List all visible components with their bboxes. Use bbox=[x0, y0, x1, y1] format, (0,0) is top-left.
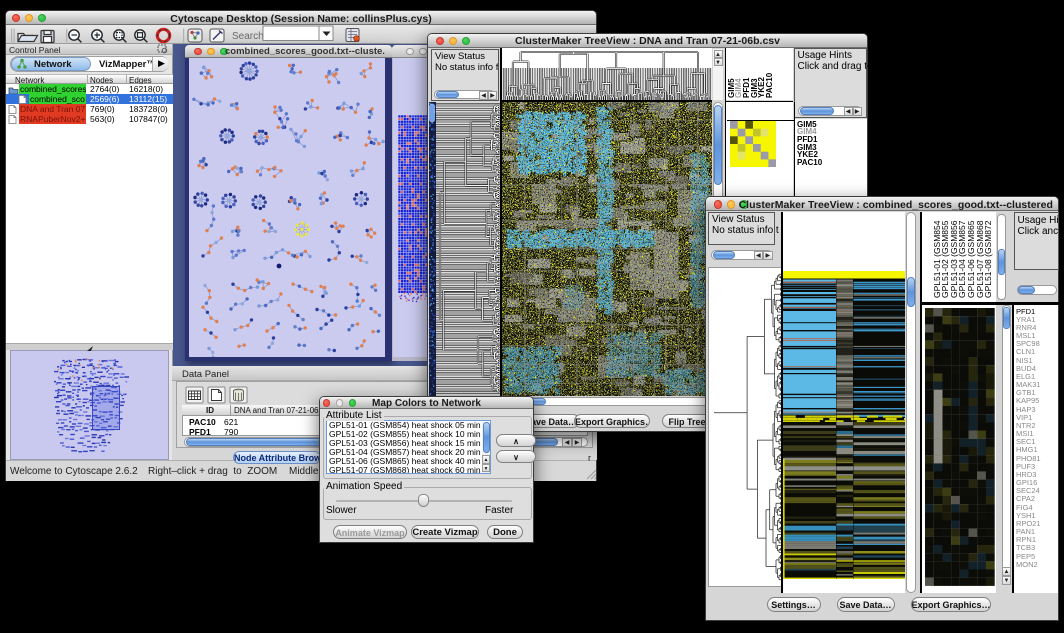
svg-text:Search:: Search: bbox=[232, 31, 266, 42]
